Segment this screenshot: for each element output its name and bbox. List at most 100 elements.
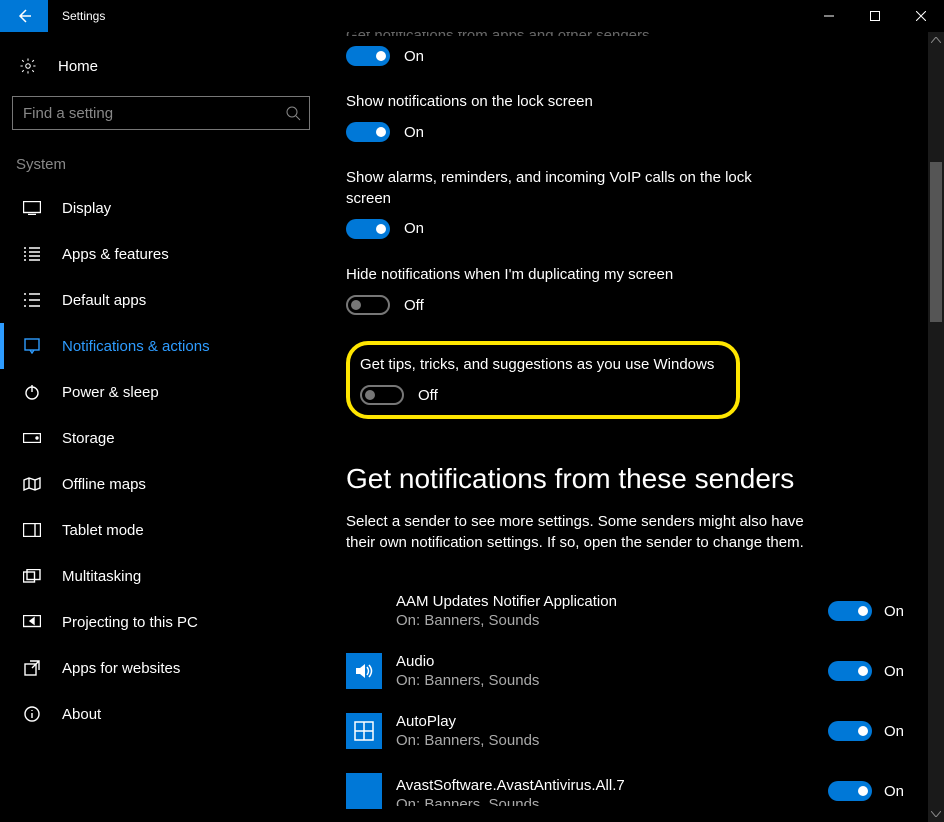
- highlighted-setting: Get tips, tricks, and suggestions as you…: [346, 341, 740, 419]
- window-controls: [806, 0, 944, 32]
- sidebar-item-storage[interactable]: Storage: [0, 415, 322, 461]
- sidebar-item-label: Multitasking: [62, 568, 141, 585]
- scroll-up-button[interactable]: [928, 32, 944, 48]
- sidebar-item-display[interactable]: Display: [0, 185, 322, 231]
- toggle-state: On: [884, 783, 904, 800]
- setting-label: Show notifications on the lock screen: [346, 92, 786, 112]
- storage-icon: [22, 428, 42, 448]
- sidebar-item-offline-maps[interactable]: Offline maps: [0, 461, 322, 507]
- sidebar-item-apps-features[interactable]: Apps & features: [0, 231, 322, 277]
- toggle-state: Off: [418, 387, 438, 404]
- sender-name: AvastSoftware.AvastAntivirus.All.7: [396, 777, 814, 794]
- projecting-icon: [22, 612, 42, 632]
- sender-name: AAM Updates Notifier Application: [396, 593, 814, 610]
- toggle-state: On: [404, 220, 424, 237]
- setting-label: Hide notifications when I'm duplicating …: [346, 265, 786, 285]
- setting-label: Show alarms, reminders, and incoming VoI…: [346, 168, 786, 209]
- window-title: Settings: [48, 9, 105, 23]
- toggle-state: On: [884, 603, 904, 620]
- sender-name: Audio: [396, 653, 814, 670]
- search-input[interactable]: [23, 105, 285, 122]
- sidebar-item-default-apps[interactable]: Default apps: [0, 277, 322, 323]
- senders-heading: Get notifications from these senders: [346, 463, 924, 495]
- group-label: System: [0, 130, 322, 185]
- info-icon: [22, 704, 42, 724]
- search-box[interactable]: [12, 96, 310, 130]
- sidebar-item-label: Apps & features: [62, 246, 169, 263]
- arrow-left-icon: [16, 8, 32, 24]
- sidebar-item-label: Power & sleep: [62, 384, 159, 401]
- sidebar-item-tablet-mode[interactable]: Tablet mode: [0, 507, 322, 553]
- toggle-switch[interactable]: [828, 721, 872, 741]
- sender-item[interactable]: AutoPlay On: Banners, Sounds On: [346, 701, 924, 761]
- audio-icon: [346, 653, 382, 689]
- sidebar-item-label: About: [62, 706, 101, 723]
- toggle-switch[interactable]: [346, 295, 390, 315]
- toggle-state: On: [404, 124, 424, 141]
- toggle-state: On: [404, 48, 424, 65]
- home-label: Home: [58, 58, 98, 75]
- setting-get-notifications: Get notifications from apps and other se…: [346, 32, 924, 66]
- sidebar-item-notifications[interactable]: Notifications & actions: [0, 323, 322, 369]
- toggle-switch[interactable]: [346, 122, 390, 142]
- minimize-button[interactable]: [806, 0, 852, 32]
- home-link[interactable]: Home: [0, 46, 322, 86]
- autoplay-icon: [346, 713, 382, 749]
- setting-label: Get tips, tricks, and suggestions as you…: [360, 355, 714, 375]
- open-icon: [22, 658, 42, 678]
- sidebar-item-projecting[interactable]: Projecting to this PC: [0, 599, 322, 645]
- close-button[interactable]: [898, 0, 944, 32]
- map-icon: [22, 474, 42, 494]
- sender-item[interactable]: AvastSoftware.AvastAntivirus.All.7 On: B…: [346, 761, 924, 809]
- search-icon: [285, 105, 301, 121]
- sidebar-item-multitasking[interactable]: Multitasking: [0, 553, 322, 599]
- toggle-switch[interactable]: [346, 219, 390, 239]
- maximize-button[interactable]: [852, 0, 898, 32]
- tablet-icon: [22, 520, 42, 540]
- sidebar-item-label: Storage: [62, 430, 115, 447]
- sender-subtext: On: Banners, Sounds: [396, 796, 814, 806]
- sidebar-item-about[interactable]: About: [0, 691, 322, 737]
- senders-description: Select a sender to see more settings. So…: [346, 511, 816, 553]
- sender-item[interactable]: AAM Updates Notifier Application On: Ban…: [346, 581, 924, 641]
- toggle-switch[interactable]: [828, 601, 872, 621]
- sender-name: AutoPlay: [396, 713, 814, 730]
- toggle-switch[interactable]: [828, 661, 872, 681]
- list-icon: [22, 244, 42, 264]
- sender-subtext: On: Banners, Sounds: [396, 732, 814, 749]
- sender-subtext: On: Banners, Sounds: [396, 672, 814, 689]
- toggle-switch[interactable]: [346, 46, 390, 66]
- toggle-switch[interactable]: [828, 781, 872, 801]
- grid-icon: [22, 290, 42, 310]
- sidebar-item-label: Projecting to this PC: [62, 614, 198, 631]
- sidebar-item-label: Offline maps: [62, 476, 146, 493]
- content: Get notifications from apps and other se…: [322, 32, 944, 822]
- sidebar-item-label: Default apps: [62, 292, 146, 309]
- app-icon: [346, 773, 382, 809]
- sidebar-item-power-sleep[interactable]: Power & sleep: [0, 369, 322, 415]
- titlebar: Settings: [0, 0, 944, 32]
- setting-lock-screen-notifications: Show notifications on the lock screen On: [346, 92, 924, 142]
- display-icon: [22, 198, 42, 218]
- notification-icon: [22, 336, 42, 356]
- sender-item[interactable]: Audio On: Banners, Sounds On: [346, 641, 924, 701]
- scroll-thumb[interactable]: [930, 162, 942, 322]
- toggle-state: On: [884, 723, 904, 740]
- sidebar-item-apps-websites[interactable]: Apps for websites: [0, 645, 322, 691]
- setting-hide-duplicating: Hide notifications when I'm duplicating …: [346, 265, 924, 315]
- sidebar-item-label: Notifications & actions: [62, 338, 210, 355]
- scroll-down-button[interactable]: [928, 806, 944, 822]
- sidebar: Home System Display Apps & features Defa…: [0, 32, 322, 822]
- scrollbar[interactable]: [928, 32, 944, 822]
- back-button[interactable]: [0, 0, 48, 32]
- sidebar-item-label: Display: [62, 200, 111, 217]
- setting-alarms-lock-screen: Show alarms, reminders, and incoming VoI…: [346, 168, 924, 239]
- gear-icon: [18, 56, 38, 76]
- toggle-switch[interactable]: [360, 385, 404, 405]
- app-icon: [346, 593, 382, 629]
- power-icon: [22, 382, 42, 402]
- sidebar-item-label: Apps for websites: [62, 660, 180, 677]
- multitasking-icon: [22, 566, 42, 586]
- toggle-state: Off: [404, 297, 424, 314]
- setting-label: Get notifications from apps and other se…: [346, 32, 786, 36]
